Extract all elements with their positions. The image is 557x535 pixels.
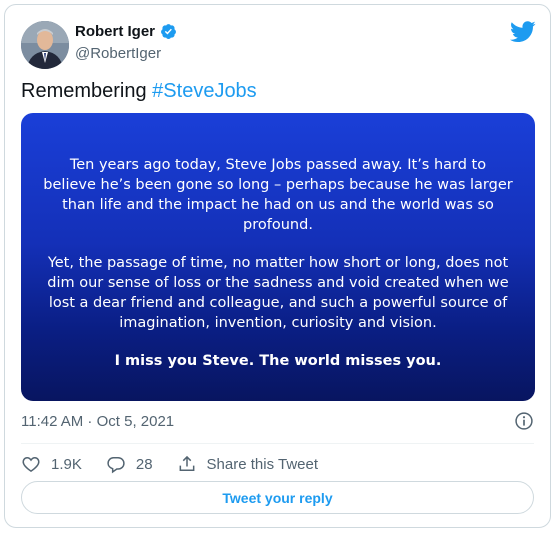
avatar-image	[21, 21, 69, 69]
image-paragraph-2: Yet, the passage of time, no matter how …	[47, 255, 509, 331]
author-display-name[interactable]: Robert Iger	[75, 23, 155, 40]
tweet-reply-button[interactable]: Tweet your reply	[21, 481, 534, 514]
tweet-text-prefix: Remembering	[21, 80, 153, 102]
tweet-image[interactable]: Ten years ago today, Steve Jobs passed a…	[21, 113, 535, 401]
verified-badge-icon	[161, 24, 176, 39]
tweet-timestamp[interactable]: 11:42 AM · Oct 5, 2021	[21, 413, 174, 430]
like-count: 1.9K	[51, 455, 82, 473]
divider	[21, 443, 534, 444]
tweet-text: Remembering #SteveJobs	[21, 80, 257, 103]
avatar[interactable]	[21, 21, 69, 69]
hashtag-link[interactable]: #SteveJobs	[152, 80, 257, 102]
like-action[interactable]: 1.9K	[21, 454, 82, 474]
heart-icon[interactable]	[21, 454, 41, 474]
share-label[interactable]: Share this Tweet	[207, 456, 318, 473]
twitter-bird-icon[interactable]	[510, 21, 536, 43]
image-closing-line: I miss you Steve. The world misses you.	[114, 353, 442, 369]
info-icon[interactable]	[514, 411, 534, 431]
reply-action[interactable]: 28	[106, 454, 153, 474]
author-handle[interactable]: @RobertIger	[75, 45, 161, 62]
reply-bubble-icon[interactable]	[106, 454, 126, 474]
image-paragraph-1: Ten years ago today, Steve Jobs passed a…	[43, 157, 513, 233]
reply-count: 28	[135, 455, 153, 473]
author-name-row[interactable]: Robert Iger	[75, 23, 177, 40]
share-action[interactable]: Share this Tweet	[177, 454, 318, 474]
tweet-card: Robert Iger @RobertIger Remembering #Ste…	[4, 4, 551, 528]
share-icon[interactable]	[177, 454, 197, 474]
tweet-actions: 1.9K 28 Share this Tweet	[21, 454, 342, 474]
